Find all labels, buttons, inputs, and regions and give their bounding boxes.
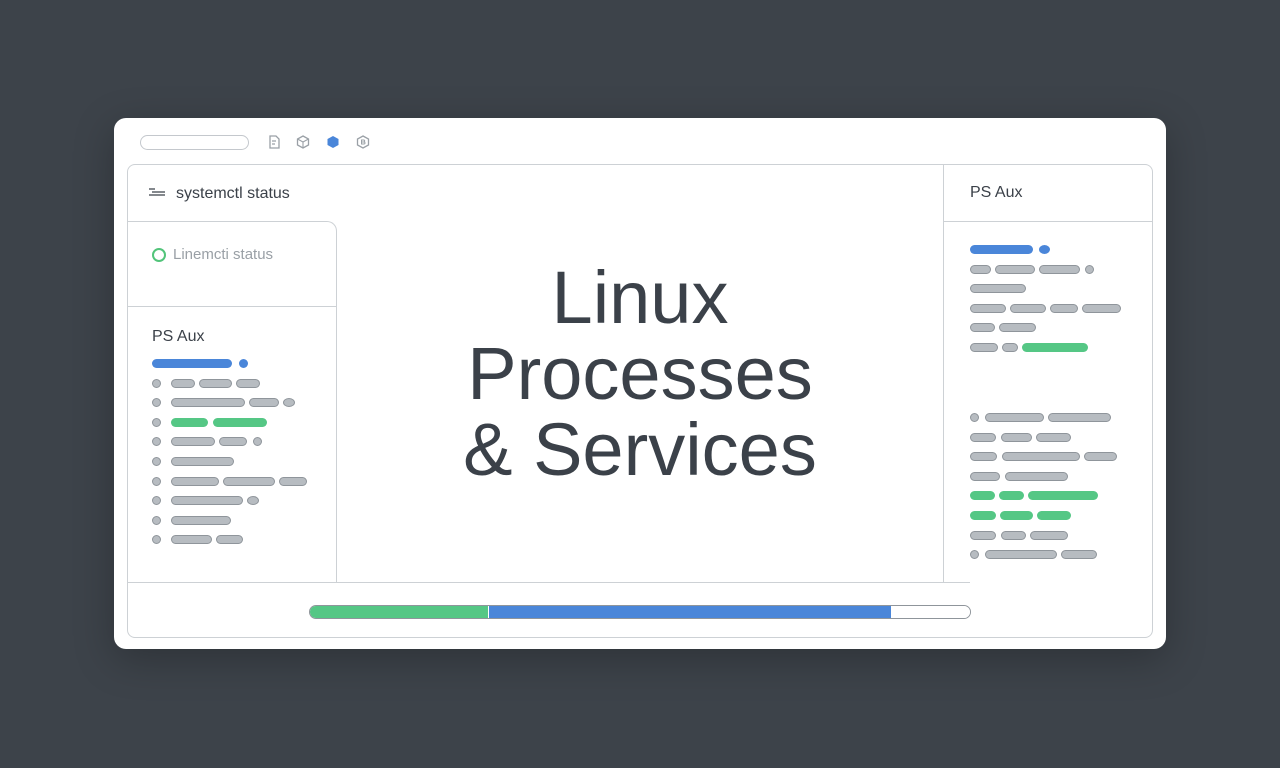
document-icon[interactable] <box>266 134 282 150</box>
list-item[interactable] <box>152 496 307 506</box>
address-bar[interactable] <box>140 135 249 150</box>
process-list <box>970 413 1117 570</box>
header-command-text: systemctl status <box>176 184 290 202</box>
list-item[interactable] <box>152 398 307 408</box>
list-item[interactable] <box>970 284 1121 294</box>
service-status-item[interactable]: Linemcti status <box>152 246 273 263</box>
toolbar <box>114 118 1166 164</box>
list-item[interactable] <box>152 535 307 545</box>
app-window: systemctl status Linemcti status PS Aux <box>114 118 1166 649</box>
title-line: & Services <box>463 408 817 491</box>
list-item[interactable] <box>152 417 307 427</box>
list-item[interactable] <box>970 530 1117 540</box>
list-item[interactable] <box>970 510 1117 520</box>
list-item[interactable] <box>152 378 307 388</box>
box-icon[interactable] <box>295 134 311 150</box>
list-item[interactable] <box>970 303 1121 313</box>
ps-aux-title: PS Aux <box>970 184 1023 201</box>
service-label: Linemcti status <box>173 246 274 263</box>
list-item[interactable] <box>152 437 307 447</box>
list-item[interactable] <box>970 452 1117 462</box>
list-item[interactable] <box>970 413 1117 422</box>
process-list <box>970 245 1121 363</box>
list-item[interactable] <box>152 456 307 466</box>
progress-segment-green <box>310 606 489 618</box>
right-panel: PS Aux <box>943 165 1152 582</box>
shield-icon[interactable] <box>355 134 371 150</box>
list-item[interactable] <box>970 491 1117 501</box>
progress-segment-empty <box>890 606 970 618</box>
progress-segment-blue <box>488 606 891 618</box>
list-item[interactable] <box>970 471 1117 481</box>
list-item[interactable] <box>152 476 307 486</box>
divider <box>128 582 970 583</box>
list-item[interactable] <box>152 515 307 525</box>
list-item[interactable] <box>970 264 1121 274</box>
content-frame: systemctl status Linemcti status PS Aux <box>127 164 1153 638</box>
process-list <box>152 359 307 555</box>
list-item[interactable] <box>970 323 1121 333</box>
title-line: Linux <box>551 256 729 339</box>
list-item[interactable] <box>152 359 307 368</box>
list-item[interactable] <box>970 342 1121 352</box>
left-sidebar: Linemcti status PS Aux <box>128 221 337 583</box>
list-item[interactable] <box>970 245 1121 254</box>
status-ring-icon <box>152 247 166 262</box>
ps-aux-title: PS Aux <box>152 328 205 345</box>
page-title: Linux Processes & Services <box>337 260 943 488</box>
divider <box>128 306 336 307</box>
list-item[interactable] <box>970 550 1117 560</box>
hexagon-icon[interactable] <box>325 134 341 150</box>
right-panel-header: PS Aux <box>944 165 1152 222</box>
command-header: systemctl status <box>128 165 943 222</box>
list-item[interactable] <box>970 432 1117 442</box>
title-line: Processes <box>467 332 813 415</box>
menu-lines-icon[interactable] <box>148 185 166 203</box>
progress-bar <box>309 605 971 619</box>
